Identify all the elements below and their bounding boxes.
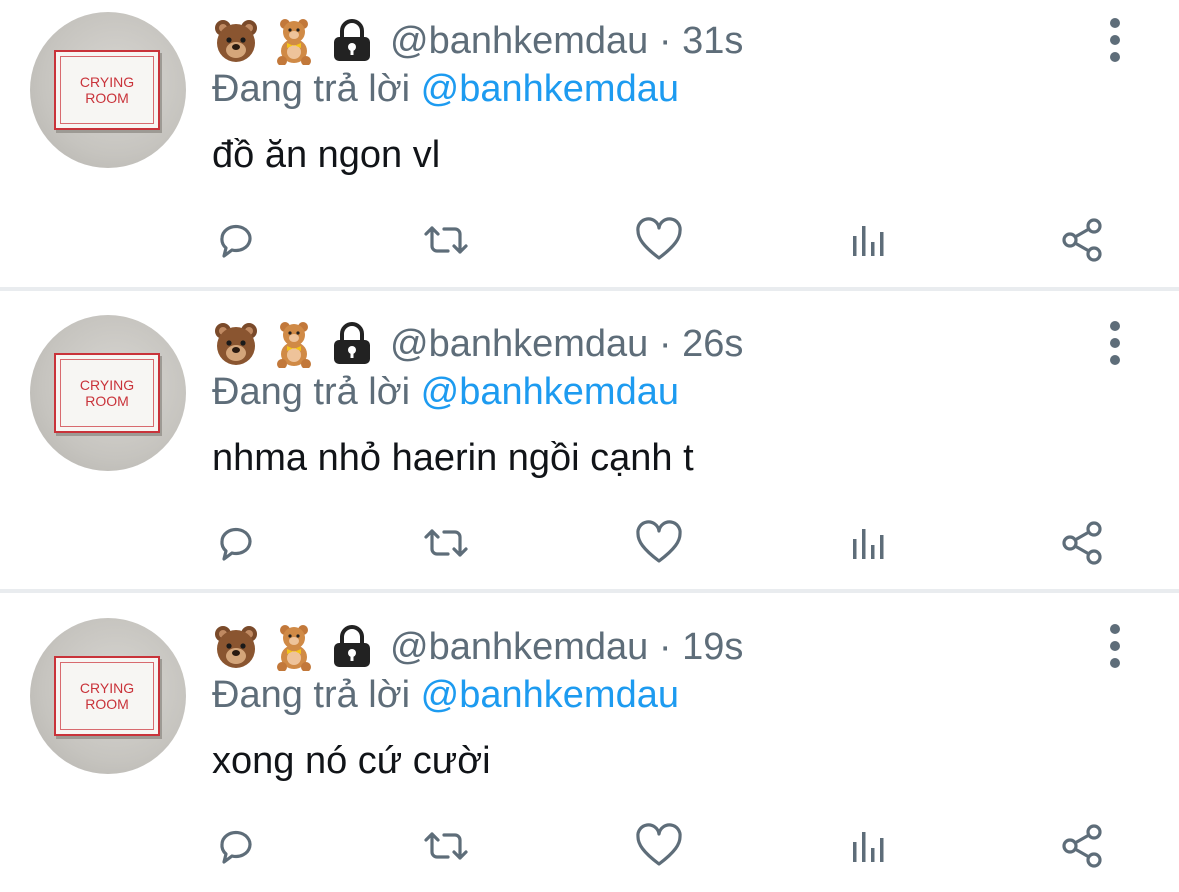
like-icon[interactable] <box>633 517 685 569</box>
more-options-icon[interactable] <box>1100 16 1130 64</box>
tweet-meta: @banhkemdau · 19s <box>390 626 743 669</box>
share-icon[interactable] <box>1056 214 1108 266</box>
tweet-text: đồ ăn ngon vl <box>212 134 441 176</box>
tweet-meta: @banhkemdau · 26s <box>390 323 743 366</box>
avatar[interactable]: CRYING ROOM <box>30 618 186 774</box>
avatar-sign-text: CRYING <box>79 377 135 393</box>
avatar-sign-text: CRYING <box>79 74 135 90</box>
user-handle[interactable]: @banhkemdau <box>390 20 648 62</box>
avatar-sign: CRYING ROOM <box>54 656 160 736</box>
analytics-icon[interactable] <box>846 214 898 266</box>
replying-to-label: Đang trả lời <box>212 68 411 110</box>
teddy-bear-emoji <box>270 320 318 368</box>
tweet-text: xong nó cứ cười <box>212 740 491 782</box>
bear-face-emoji <box>212 623 260 671</box>
share-icon[interactable] <box>1056 820 1108 872</box>
timestamp[interactable]: 26s <box>682 323 743 365</box>
separator-dot: · <box>658 19 672 62</box>
tweet-text: nhma nhỏ haerin ngồi cạnh t <box>212 437 694 479</box>
tweet-header: @banhkemdau · 19s <box>212 622 743 672</box>
avatar-sign: CRYING ROOM <box>54 50 160 130</box>
avatar-sign-text: ROOM <box>85 696 129 712</box>
retweet-icon[interactable] <box>420 517 472 569</box>
reply-icon[interactable] <box>210 214 262 266</box>
tweet-header: @banhkemdau · 26s <box>212 319 743 369</box>
replying-to-mention[interactable]: @banhkemdau <box>421 371 679 413</box>
timestamp[interactable]: 19s <box>682 626 743 668</box>
timestamp[interactable]: 31s <box>682 20 743 62</box>
lock-icon <box>328 623 376 671</box>
avatar[interactable]: CRYING ROOM <box>30 12 186 168</box>
replying-to: Đang trả lời @banhkemdau <box>212 371 679 414</box>
tweet-header: @banhkemdau · 31s <box>212 16 743 66</box>
avatar[interactable]: CRYING ROOM <box>30 315 186 471</box>
lock-icon <box>328 320 376 368</box>
bear-face-emoji <box>212 320 260 368</box>
avatar-sign-text: ROOM <box>85 393 129 409</box>
separator-dot: · <box>658 322 672 365</box>
tweet[interactable]: CRYING ROOM <box>0 0 1179 287</box>
analytics-icon[interactable] <box>846 517 898 569</box>
tweet[interactable]: CRYING ROOM <box>0 303 1179 590</box>
replying-to-label: Đang trả lời <box>212 674 411 716</box>
teddy-bear-emoji <box>270 17 318 65</box>
like-icon[interactable] <box>633 214 685 266</box>
reply-icon[interactable] <box>210 820 262 872</box>
user-handle[interactable]: @banhkemdau <box>390 323 648 365</box>
replying-to: Đang trả lời @banhkemdau <box>212 68 679 111</box>
avatar-sign: CRYING ROOM <box>54 353 160 433</box>
avatar-sign-text: ROOM <box>85 90 129 106</box>
bear-face-emoji <box>212 17 260 65</box>
teddy-bear-emoji <box>270 623 318 671</box>
retweet-icon[interactable] <box>420 214 472 266</box>
divider <box>0 589 1179 593</box>
lock-icon <box>328 17 376 65</box>
share-icon[interactable] <box>1056 517 1108 569</box>
replying-to: Đang trả lời @banhkemdau <box>212 674 679 717</box>
tweet-feed: CRYING ROOM @banhkemdau · 31s Đang trả l… <box>0 0 1179 892</box>
tweet-meta: @banhkemdau · 31s <box>390 20 743 63</box>
avatar-sign-text: CRYING <box>79 680 135 696</box>
divider <box>0 287 1179 291</box>
tweet[interactable]: CRYING ROOM <box>0 606 1179 892</box>
user-handle[interactable]: @banhkemdau <box>390 626 648 668</box>
analytics-icon[interactable] <box>846 820 898 872</box>
replying-to-mention[interactable]: @banhkemdau <box>421 674 679 716</box>
retweet-icon[interactable] <box>420 820 472 872</box>
more-options-icon[interactable] <box>1100 622 1130 670</box>
replying-to-mention[interactable]: @banhkemdau <box>421 68 679 110</box>
more-options-icon[interactable] <box>1100 319 1130 367</box>
like-icon[interactable] <box>633 820 685 872</box>
separator-dot: · <box>658 625 672 668</box>
replying-to-label: Đang trả lời <box>212 371 411 413</box>
reply-icon[interactable] <box>210 517 262 569</box>
